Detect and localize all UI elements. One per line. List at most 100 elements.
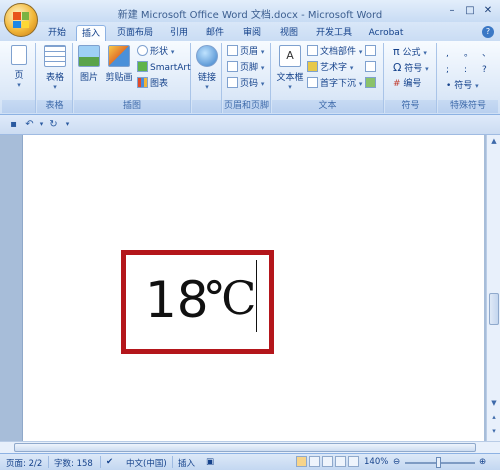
group-header-footer: 页眉 ▾ 页脚 ▾ 页码 ▾ 页眉和页脚: [223, 43, 271, 113]
symbol-button[interactable]: Ω 符号 ▾: [393, 61, 429, 75]
minimize-button[interactable]: –: [444, 4, 460, 18]
shapes-button[interactable]: 形状 ▾: [137, 45, 174, 59]
special-symbol-button[interactable]: • 符号 ▾: [446, 79, 479, 93]
textbox-label: 文本框: [276, 73, 304, 83]
undo-dropdown-icon[interactable]: ▾: [36, 119, 47, 130]
table-button[interactable]: 表格 ▾: [42, 45, 68, 91]
links-button[interactable]: 链接 ▾: [195, 45, 219, 91]
help-icon[interactable]: ?: [482, 26, 494, 38]
page-count[interactable]: 页面: 2/2: [6, 457, 42, 469]
quickparts-button[interactable]: 文档部件 ▾: [307, 45, 362, 59]
page-number-button[interactable]: 页码 ▾: [227, 77, 264, 91]
tab-view[interactable]: 视图: [274, 25, 304, 42]
signature-line-icon[interactable]: [365, 45, 378, 59]
special-char-period[interactable]: 。: [464, 47, 473, 61]
special-char-enumeration-comma[interactable]: 、: [482, 47, 491, 61]
tab-acrobat[interactable]: Acrobat: [364, 25, 408, 42]
macro-icon[interactable]: ▣: [206, 457, 214, 467]
ribbon: 页 ▾ 表格 ▾ 表格 图片 剪贴画 形状 ▾ SmartArt 图表 插图 链…: [0, 41, 500, 115]
numbering-icon: #: [393, 79, 401, 89]
proofing-icon[interactable]: ✔: [106, 457, 113, 467]
text-cursor: [256, 260, 257, 332]
page-button[interactable]: 页 ▾: [7, 45, 31, 89]
document-page[interactable]: 18 ℃: [22, 135, 484, 441]
special-char-semicolon[interactable]: ;: [446, 63, 449, 77]
print-layout-view-icon[interactable]: [296, 456, 307, 467]
word-count[interactable]: 字数: 158: [54, 457, 93, 469]
tab-home[interactable]: 开始: [42, 25, 72, 42]
vertical-scrollbar[interactable]: ▲ ▼ ▴ ▾: [486, 135, 500, 441]
full-screen-view-icon[interactable]: [309, 456, 320, 467]
object-icon[interactable]: [365, 77, 378, 91]
shapes-label: 形状: [150, 47, 169, 57]
special-char-colon[interactable]: :: [464, 63, 467, 77]
special-char-question[interactable]: ?: [482, 63, 487, 77]
numbering-button[interactable]: # 编号: [393, 77, 421, 91]
symbol-label: 符号: [404, 64, 423, 74]
vertical-scroll-thumb[interactable]: [489, 293, 499, 325]
tab-review[interactable]: 审阅: [237, 25, 267, 42]
tab-mailings[interactable]: 邮件: [200, 25, 230, 42]
redo-icon[interactable]: ↻: [48, 119, 59, 130]
group-special-symbols-label: 特殊符号: [438, 100, 498, 113]
tab-developer[interactable]: 开发工具: [311, 25, 357, 42]
horizontal-scrollbar[interactable]: [0, 441, 500, 453]
chevron-down-icon: ▾: [170, 48, 175, 56]
header-button[interactable]: 页眉 ▾: [227, 45, 264, 59]
tab-insert[interactable]: 插入: [76, 25, 106, 42]
tab-page-layout[interactable]: 页面布局: [112, 25, 158, 42]
chevron-down-icon: ▾: [349, 64, 354, 72]
quickparts-label: 文档部件: [320, 47, 357, 57]
insert-mode[interactable]: 插入: [178, 457, 195, 469]
clipart-button[interactable]: 剪贴画: [103, 45, 135, 83]
pi-icon: π: [393, 45, 400, 58]
tab-references[interactable]: 引用: [164, 25, 194, 42]
scroll-up-icon[interactable]: ▲: [487, 135, 500, 147]
web-layout-view-icon[interactable]: [322, 456, 333, 467]
numbering-label: 编号: [403, 79, 422, 89]
customize-qat-icon[interactable]: ▾: [62, 119, 73, 130]
next-page-icon[interactable]: ▾: [487, 425, 500, 437]
celsius-unit[interactable]: ℃: [205, 271, 256, 325]
shapes-icon: [137, 45, 148, 56]
special-char-comma[interactable]: ,: [446, 47, 449, 61]
smartart-button[interactable]: SmartArt: [137, 61, 191, 75]
temperature-value[interactable]: 18: [145, 271, 209, 329]
close-button[interactable]: ✕: [480, 4, 496, 18]
office-button[interactable]: [4, 3, 38, 37]
date-time-icon[interactable]: [365, 61, 378, 75]
group-table: 表格 ▾ 表格: [37, 43, 73, 113]
chart-button[interactable]: 图表: [137, 77, 168, 91]
wordart-button[interactable]: 艺术字 ▾: [307, 61, 353, 75]
zoom-out-icon[interactable]: ⊖: [393, 457, 400, 467]
page-icon: [11, 45, 27, 65]
group-links: 链接 ▾: [192, 43, 222, 113]
table-button-label: 表格: [45, 73, 64, 83]
save-icon[interactable]: ▪: [8, 119, 19, 130]
outline-view-icon[interactable]: [335, 456, 346, 467]
picture-icon: [78, 45, 100, 67]
quickparts-icon: [307, 45, 318, 56]
picture-button[interactable]: 图片: [77, 45, 101, 83]
maximize-button[interactable]: □: [462, 4, 478, 18]
zoom-slider-knob[interactable]: [436, 457, 441, 468]
omega-icon: Ω: [393, 61, 402, 74]
language[interactable]: 中文(中国): [126, 457, 167, 469]
zoom-in-icon[interactable]: ⊕: [479, 457, 486, 467]
scroll-down-icon[interactable]: ▼: [487, 397, 500, 409]
footer-button[interactable]: 页脚 ▾: [227, 61, 264, 75]
previous-page-icon[interactable]: ▴: [487, 411, 500, 423]
textbox-button[interactable]: A 文本框 ▾: [275, 45, 305, 91]
dropcap-button[interactable]: 首字下沉 ▾: [307, 77, 362, 91]
chevron-down-icon: ▾: [475, 82, 479, 90]
draft-view-icon[interactable]: [348, 456, 359, 467]
equation-button[interactable]: π 公式 ▾: [393, 45, 427, 59]
separator: [48, 456, 49, 468]
zoom-level[interactable]: 140%: [364, 457, 388, 467]
horizontal-scroll-thumb[interactable]: [14, 443, 476, 452]
undo-icon[interactable]: ↶: [24, 119, 35, 130]
quick-access-toolbar: ▪ ↶ ▾ ↻ ▾: [0, 115, 500, 135]
globe-link-icon: [196, 45, 218, 67]
group-text: A 文本框 ▾ 文档部件 ▾ 艺术字 ▾ 首字下沉 ▾ 文本: [272, 43, 384, 113]
chevron-down-icon: ▾: [260, 48, 265, 56]
